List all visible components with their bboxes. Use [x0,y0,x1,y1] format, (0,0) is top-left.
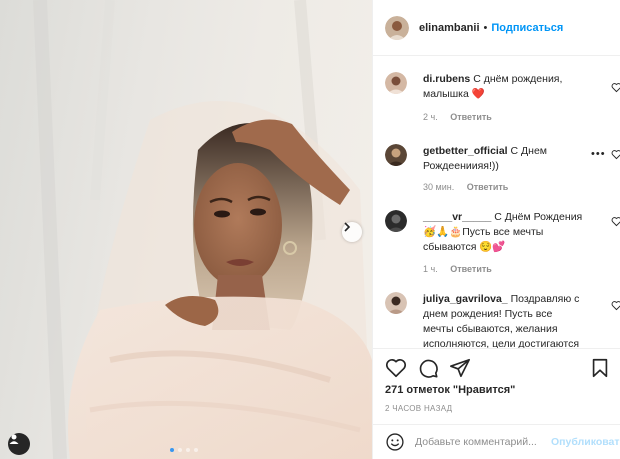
comment-meta: 2 ч. Ответить [423,112,502,122]
like-comment-heart-icon[interactable] [611,82,620,93]
comments-list[interactable]: di.rubens С днём рождения, малышка ❤️ 2 … [373,56,620,348]
post-actions [373,348,620,388]
author-avatar[interactable] [385,15,409,40]
like-comment-heart-icon[interactable] [611,216,620,227]
commenter-username[interactable]: getbetter_official [423,145,508,157]
likes-count[interactable]: 271 отметок "Нравится" [385,384,515,396]
smiley-icon[interactable] [385,432,405,452]
heart-icon[interactable] [385,357,407,379]
reply-button[interactable]: Ответить [450,112,492,122]
portrait-image [33,0,372,459]
comment-text: di.rubens С днём рождения, малышка ❤️ [423,72,583,102]
commenter-avatar[interactable] [385,210,407,232]
carousel-dot [194,448,198,452]
post-side-panel: elinambanii • Подписаться di.rubens С дн… [372,0,620,459]
carousel-dot [186,448,190,452]
like-comment-heart-icon[interactable] [611,300,620,311]
comment-input[interactable] [415,436,547,448]
carousel-dot [170,448,174,452]
post-photo[interactable] [0,0,372,459]
commenter-username[interactable]: di.rubens [423,73,470,85]
more-options-icon[interactable]: ••• [591,148,606,160]
carousel-dot [178,448,182,452]
comment-time: 1 ч. [423,264,438,274]
reply-button[interactable]: Ответить [450,264,492,274]
commenter-avatar[interactable] [385,292,407,314]
comment-text: juliya_gavrilova_ Поздравляю с днем рожд… [423,292,583,348]
bookmark-icon[interactable] [589,357,611,379]
commenter-username[interactable]: _____vr_____ [423,211,491,223]
comment-text: _____vr_____ С Днём Рождения 🥳🙏🎂Пусть вс… [423,210,583,255]
comment-meta: 30 мин. Ответить [423,182,518,192]
author-username[interactable]: elinambanii [419,22,480,34]
post-time: 2 ЧАСОВ НАЗАД [385,404,453,413]
comment-time: 2 ч. [423,112,438,122]
comment-meta: 1 ч. Ответить [423,264,502,274]
carousel-indicator [170,448,198,452]
publish-button[interactable]: Опубликовать [551,436,620,448]
add-comment-bar: Опубликовать [373,424,620,459]
commenter-username[interactable]: juliya_gavrilova_ [423,293,508,305]
commenter-avatar[interactable] [385,72,407,94]
separator: • [483,21,488,34]
next-photo-button[interactable] [342,222,362,242]
like-comment-heart-icon[interactable] [611,149,620,160]
comment-icon[interactable] [417,357,439,379]
comment-time: 30 мин. [423,182,455,192]
follow-button[interactable]: Подписаться [491,22,563,34]
paper-plane-icon[interactable] [449,357,471,379]
user-icon [9,434,19,444]
commenter-avatar[interactable] [385,144,407,166]
reply-button[interactable]: Ответить [467,182,509,192]
post-header: elinambanii • Подписаться [373,0,620,56]
comment-text: getbetter_official С Днем Рождеениияя!)) [423,144,583,174]
tagged-users-button[interactable] [8,433,30,455]
chevron-right-icon [344,222,351,232]
